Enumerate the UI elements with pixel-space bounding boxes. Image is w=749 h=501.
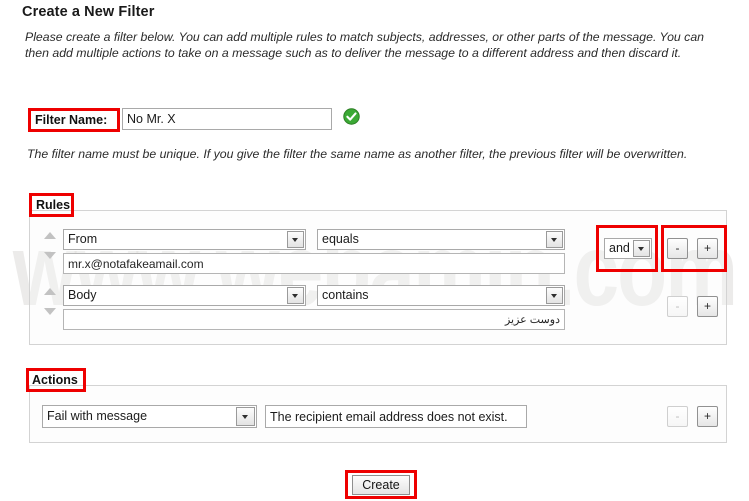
actions-heading: Actions xyxy=(32,373,78,387)
rule-1-reorder-controls[interactable] xyxy=(40,232,60,259)
rule-1-remove-button[interactable]: - xyxy=(667,238,688,259)
rule-1-operator-value: equals xyxy=(322,232,359,246)
triangle-up-icon[interactable] xyxy=(44,288,56,295)
rule-1-value-input[interactable] xyxy=(63,253,565,274)
rule-1-field-value: From xyxy=(68,232,98,246)
filter-name-input[interactable] xyxy=(122,108,332,130)
rule-2-reorder-controls[interactable] xyxy=(40,288,60,315)
chevron-down-icon[interactable] xyxy=(287,231,304,248)
rule-2-field-select[interactable]: Body xyxy=(63,285,306,306)
rule-1-field-select[interactable]: From xyxy=(63,229,306,250)
rule-1-operator-select[interactable]: equals xyxy=(317,229,565,250)
chevron-down-icon[interactable] xyxy=(546,231,563,248)
action-1-add-button[interactable]: + xyxy=(697,406,718,427)
action-1-remove-button[interactable]: - xyxy=(667,406,688,427)
chevron-down-icon[interactable] xyxy=(287,287,304,304)
rule-2-add-button[interactable]: + xyxy=(697,296,718,317)
rule-1-add-button[interactable]: + xyxy=(697,238,718,259)
rule-1-join-value: and xyxy=(609,241,630,255)
chevron-down-icon[interactable] xyxy=(236,407,255,426)
rule-2-operator-select[interactable]: contains xyxy=(317,285,565,306)
action-1-type-select[interactable]: Fail with message xyxy=(42,405,257,428)
rule-2-field-value: Body xyxy=(68,288,97,302)
page-intro-text: Please create a filter below. You can ad… xyxy=(25,30,704,60)
rule-1-join-select[interactable]: and xyxy=(604,238,652,259)
action-1-message-input[interactable] xyxy=(265,405,527,428)
triangle-down-icon[interactable] xyxy=(44,252,56,259)
triangle-down-icon[interactable] xyxy=(44,308,56,315)
rule-2-operator-value: contains xyxy=(322,288,369,302)
triangle-up-icon[interactable] xyxy=(44,232,56,239)
filter-name-label: Filter Name: xyxy=(35,113,108,127)
check-circle-icon xyxy=(343,108,360,125)
action-1-type-value: Fail with message xyxy=(47,409,148,423)
filter-name-note: The filter name must be unique. If you g… xyxy=(27,147,688,161)
page-title: Create a New Filter xyxy=(22,4,155,20)
rule-2-value-input[interactable] xyxy=(63,309,565,330)
create-button[interactable]: Create xyxy=(352,475,410,495)
rule-2-remove-button[interactable]: - xyxy=(667,296,688,317)
chevron-down-icon[interactable] xyxy=(546,287,563,304)
create-filter-page: Create a New Filter Please create a filt… xyxy=(0,0,749,501)
rules-heading: Rules xyxy=(36,198,71,212)
chevron-down-icon[interactable] xyxy=(633,240,650,257)
